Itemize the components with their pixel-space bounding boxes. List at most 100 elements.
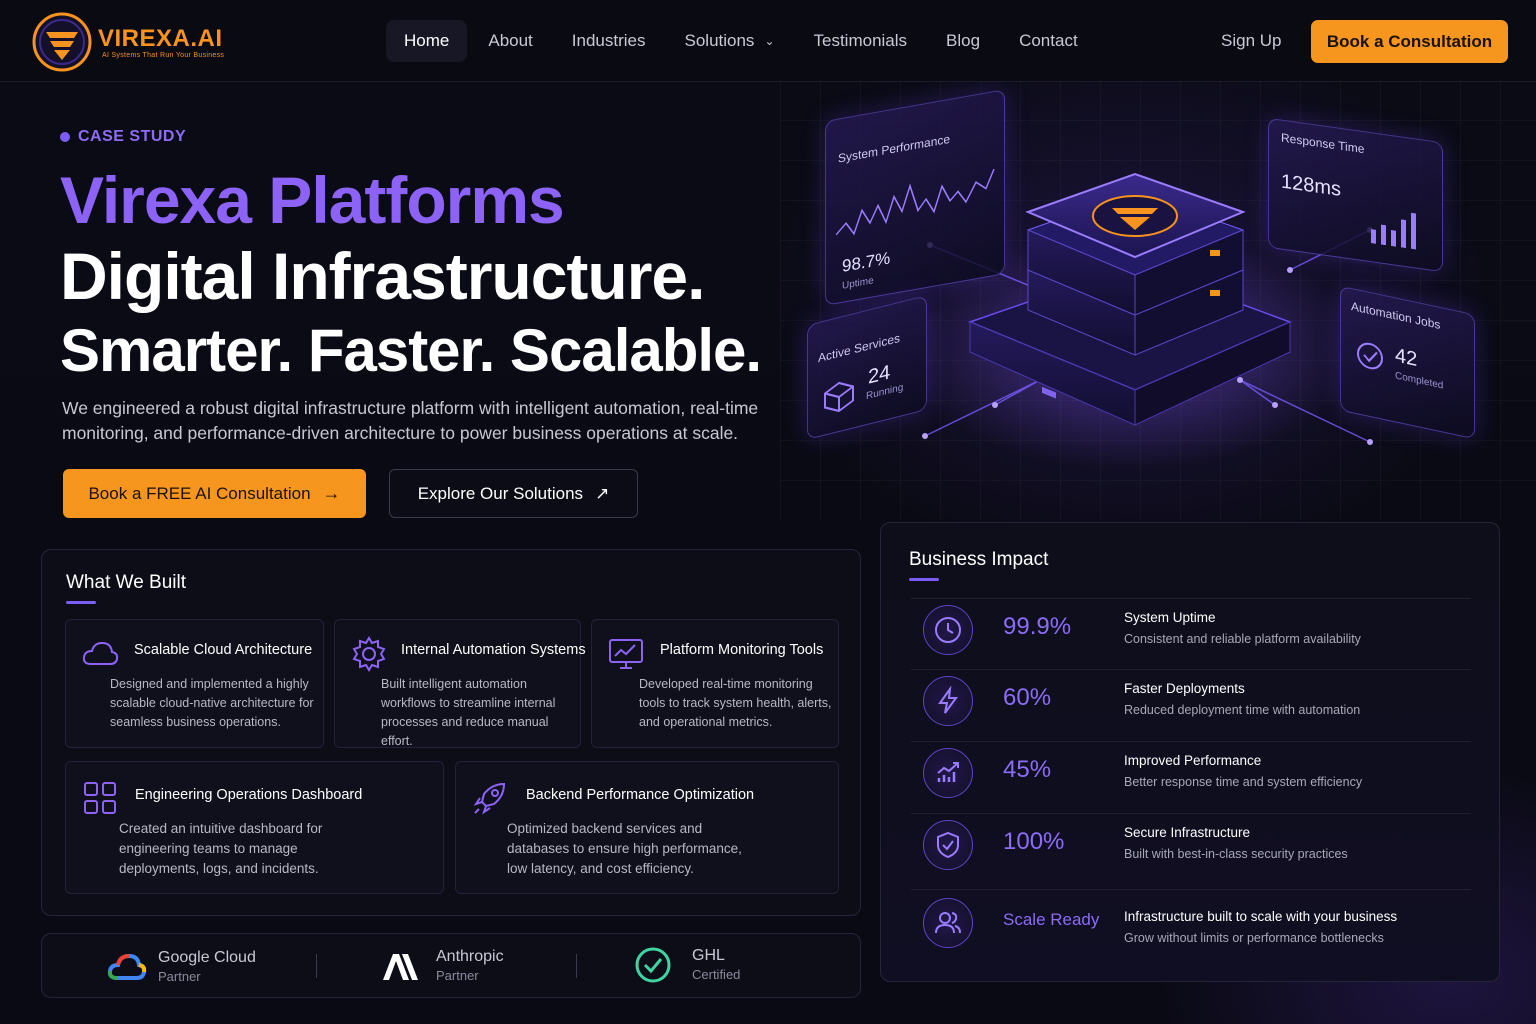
check-circle-icon (635, 947, 671, 983)
brand-logo[interactable]: VIREXA.AI AI Systems That Run Your Busin… (30, 10, 224, 74)
what-we-built-card: What We Built Scalable Cloud Architectur… (41, 549, 861, 916)
feature-title: Engineering Operations Dashboard (135, 787, 363, 803)
business-impact-title: Business Impact (909, 549, 1049, 570)
sign-up-link[interactable]: Sign Up (1221, 31, 1281, 51)
hero-title-line1: Virexa Platforms (60, 163, 565, 237)
feature-description: Built intelligent automation workflows t… (381, 677, 556, 748)
impact-row-security: 100% Secure Infrastructure Built with be… (911, 813, 1471, 875)
grid-icon (84, 782, 116, 814)
impact-value: 60% (1003, 684, 1052, 711)
partner-sub: Partner (158, 969, 201, 984)
impact-value: Scale Ready (1003, 910, 1100, 929)
system-performance-panel: System Performance 98.7% Uptime (825, 89, 1005, 306)
explore-solutions-label: Explore Our Solutions (417, 483, 584, 503)
nav-item-blog[interactable]: Blog (928, 20, 998, 62)
cloud-icon (82, 641, 119, 665)
chevron-down-icon: ⌄ (764, 34, 775, 48)
feature-title: Scalable Cloud Architecture (134, 642, 313, 658)
feature-description: Designed and implemented a highly scalab… (110, 677, 314, 729)
nav-item-about[interactable]: About (470, 20, 550, 62)
feature-title: Platform Monitoring Tools (660, 642, 824, 658)
gear-icon (352, 636, 386, 672)
feature-description: Created an intuitive dashboard for engin… (119, 821, 323, 876)
check-circle-icon (1357, 342, 1383, 370)
book-free-consultation-button[interactable]: Book a FREE AI Consultation → (63, 469, 366, 518)
impact-label: Faster Deployments (1124, 681, 1245, 696)
performance-sparkline (836, 168, 995, 236)
feature-title: Backend Performance Optimization (526, 787, 755, 803)
impact-row-scale: Scale Ready Infrastructure built to scal… (911, 889, 1471, 951)
feature-backend-optimization[interactable]: Backend Performance Optimization Optimiz… (455, 761, 839, 894)
feature-monitoring-tools[interactable]: Platform Monitoring Tools Developed real… (591, 619, 839, 748)
response-time-title: Response Time (1281, 130, 1365, 157)
partner-divider (316, 954, 317, 978)
title-underline (66, 601, 96, 604)
partner-google-cloud: Google Cloud Partner (106, 946, 256, 988)
shield-check-icon (923, 820, 973, 870)
system-performance-sub: Uptime (842, 275, 874, 292)
business-impact-card: Business Impact 99.9% System Uptime Cons… (880, 522, 1500, 982)
partner-name: Google Cloud (158, 949, 256, 966)
nav-links: Home About Industries Solutions ⌄ Testim… (386, 20, 1099, 62)
feature-automation-systems[interactable]: Internal Automation Systems Built intell… (334, 619, 586, 748)
impact-description: Grow without limits or performance bottl… (1124, 931, 1384, 945)
response-time-value: 128ms (1281, 170, 1342, 201)
partner-sub: Partner (436, 968, 479, 983)
impact-row-uptime: 99.9% System Uptime Consistent and relia… (911, 598, 1471, 660)
system-performance-title: System Performance (838, 131, 951, 166)
automation-jobs-value: 42 (1395, 344, 1418, 372)
feature-title: Internal Automation Systems (401, 642, 586, 658)
partners-strip: Google Cloud Partner Anthropic Partner G… (41, 933, 861, 998)
eyebrow-text: CASE STUDY (78, 128, 187, 145)
book-consultation-button[interactable]: Book a Consultation (1311, 20, 1508, 63)
what-we-built-title: What We Built (66, 572, 187, 593)
cube-icon (824, 381, 854, 413)
automation-jobs-title: Automation Jobs (1351, 298, 1441, 332)
nav-item-industries[interactable]: Industries (554, 20, 664, 62)
impact-description: Reduced deployment time with automation (1124, 703, 1361, 717)
partner-divider (576, 954, 577, 978)
nav-item-solutions[interactable]: Solutions ⌄ (667, 20, 793, 62)
system-performance-value: 98.7% (842, 248, 891, 276)
anthropic-icon (383, 954, 418, 980)
automation-jobs-sub: Completed (1395, 370, 1444, 392)
rocket-icon (473, 782, 506, 815)
eyebrow-dot (60, 132, 70, 142)
feature-operations-dashboard[interactable]: Engineering Operations Dashboard Created… (65, 761, 444, 894)
growth-chart-icon (923, 748, 973, 798)
lightning-icon (923, 676, 973, 726)
hero-title-line3: Smarter. Faster. Scalable. (60, 317, 762, 384)
partner-ghl: GHL Certified (634, 946, 740, 984)
partner-sub: Certified (692, 967, 741, 982)
partner-anthropic: Anthropic Partner (380, 946, 504, 986)
hero-title-line2: Digital Infrastructure. (60, 239, 705, 313)
response-time-panel: Response Time 128ms (1268, 117, 1443, 273)
nav-item-contact[interactable]: Contact (1001, 20, 1096, 62)
users-icon (923, 898, 973, 948)
nav-item-solutions-label: Solutions (684, 31, 755, 50)
impact-description: Consistent and reliable platform availab… (1124, 632, 1361, 646)
impact-description: Better response time and system efficien… (1124, 775, 1363, 789)
active-services-title: Active Services (818, 330, 901, 366)
feature-description: Optimized backend services and databases… (507, 821, 742, 876)
impact-value: 99.9% (1003, 613, 1072, 640)
infrastructure-illustration: System Performance 98.7% Uptime Response… (790, 89, 1510, 490)
impact-row-performance: 45% Improved Performance Better response… (911, 741, 1471, 803)
arrow-up-right-icon: ↗ (595, 483, 610, 503)
virexa-logo-icon (32, 12, 92, 72)
impact-row-deployments: 60% Faster Deployments Reduced deploymen… (911, 669, 1471, 731)
brand-name: VIREXA.AI (98, 24, 223, 52)
top-navbar: VIREXA.AI AI Systems That Run Your Busin… (0, 0, 1536, 82)
clock-icon (923, 605, 973, 655)
brand-tagline: AI Systems That Run Your Business (102, 51, 225, 59)
nav-item-testimonials[interactable]: Testimonials (796, 20, 926, 62)
nav-item-home[interactable]: Home (386, 20, 468, 62)
impact-label: Infrastructure built to scale with your … (1124, 909, 1398, 924)
impact-label: Improved Performance (1124, 753, 1262, 768)
feature-scalable-cloud[interactable]: Scalable Cloud Architecture Designed and… (65, 619, 324, 748)
arrow-right-icon: → (322, 483, 341, 503)
impact-value: 45% (1003, 756, 1052, 783)
explore-solutions-button[interactable]: Explore Our Solutions ↗ (389, 469, 638, 518)
partner-name: GHL (692, 947, 725, 964)
title-underline (909, 578, 939, 581)
